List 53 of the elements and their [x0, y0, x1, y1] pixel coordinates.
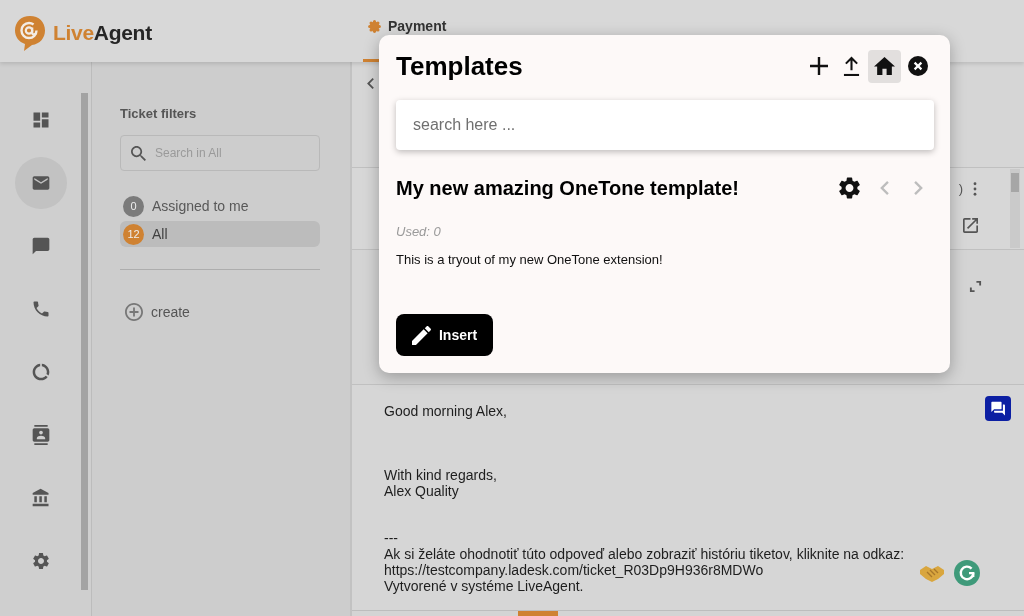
email-text: https://testcompany.ladesk.com/ticket_R03Dp9H936r8MDWo: [384, 562, 764, 578]
tab[interactable]: Payment: [363, 8, 461, 35]
g-logo-icon[interactable]: [954, 560, 980, 586]
count-badge: 0: [123, 195, 144, 217]
dashboard-icon: [31, 110, 51, 130]
contact-card-icon: [31, 425, 51, 445]
template-title: My new amazing OneTone template!: [396, 176, 740, 200]
open-external-icon[interactable]: [963, 218, 978, 233]
settings-icon: [31, 551, 51, 571]
close-icon: [907, 56, 928, 76]
handshake-icon: [919, 563, 945, 583]
insert-button[interactable]: Insert: [396, 314, 493, 356]
tab-indicator: [518, 611, 558, 616]
chat-bubble-icon: [31, 236, 51, 256]
count-badge: 12: [123, 223, 144, 245]
scrollbar-thumb[interactable]: [1011, 173, 1019, 192]
home-icon: [874, 57, 895, 75]
seal-icon: [368, 19, 381, 33]
email-text: Ak si želáte ohodnotiť túto odpoveď alebo zobraziť históriu tiketov, kliknite na odkaz:: [384, 546, 905, 562]
email-text: ---: [384, 530, 398, 546]
dialog-title: Templates: [396, 51, 523, 81]
template-body-text: This is a tryout of my new OneTone extension!: [396, 252, 663, 268]
email-text: Alex Quality: [384, 483, 459, 499]
ticket-text: ): [958, 181, 963, 197]
plus-icon: [808, 56, 829, 76]
search-icon: [131, 146, 146, 161]
phone-icon: [31, 299, 51, 319]
usage-count-text: Used: 0: [396, 224, 441, 240]
filter-item[interactable]: 12 All: [120, 221, 320, 247]
chevron-left-icon: [879, 181, 889, 195]
search-field[interactable]: search here ...: [396, 100, 934, 150]
email-text: With kind regards,: [384, 467, 497, 483]
scrollbar-thumb[interactable]: [81, 93, 88, 590]
upload-icon: [843, 56, 860, 76]
email-text: Vytvorené v systéme LiveAgent.: [384, 578, 584, 594]
ring-chart-icon: [31, 362, 51, 382]
fullscreen-icon[interactable]: [969, 280, 982, 293]
create-button[interactable]: create: [120, 300, 190, 324]
kebab-menu-icon[interactable]: [973, 182, 977, 196]
chevron-right-icon: [913, 181, 923, 195]
bank-icon: [31, 488, 51, 508]
filter-item[interactable]: 0 Assigned to me: [120, 193, 320, 219]
settings-icon: [838, 177, 860, 199]
chat-bubbles-icon[interactable]: [985, 396, 1011, 421]
nav-rail-button[interactable]: [15, 157, 67, 209]
email-text: Good morning Alex,: [384, 403, 507, 419]
panel-title: Ticket filters: [120, 106, 198, 122]
speech-bubble-logo-icon: [14, 14, 46, 52]
home-button[interactable]: [868, 49, 901, 83]
logo-text: LiveAgent: [53, 21, 152, 45]
chevron-left-icon[interactable]: [367, 78, 374, 89]
pencil-icon: [411, 325, 431, 345]
mail-icon: [31, 173, 51, 193]
